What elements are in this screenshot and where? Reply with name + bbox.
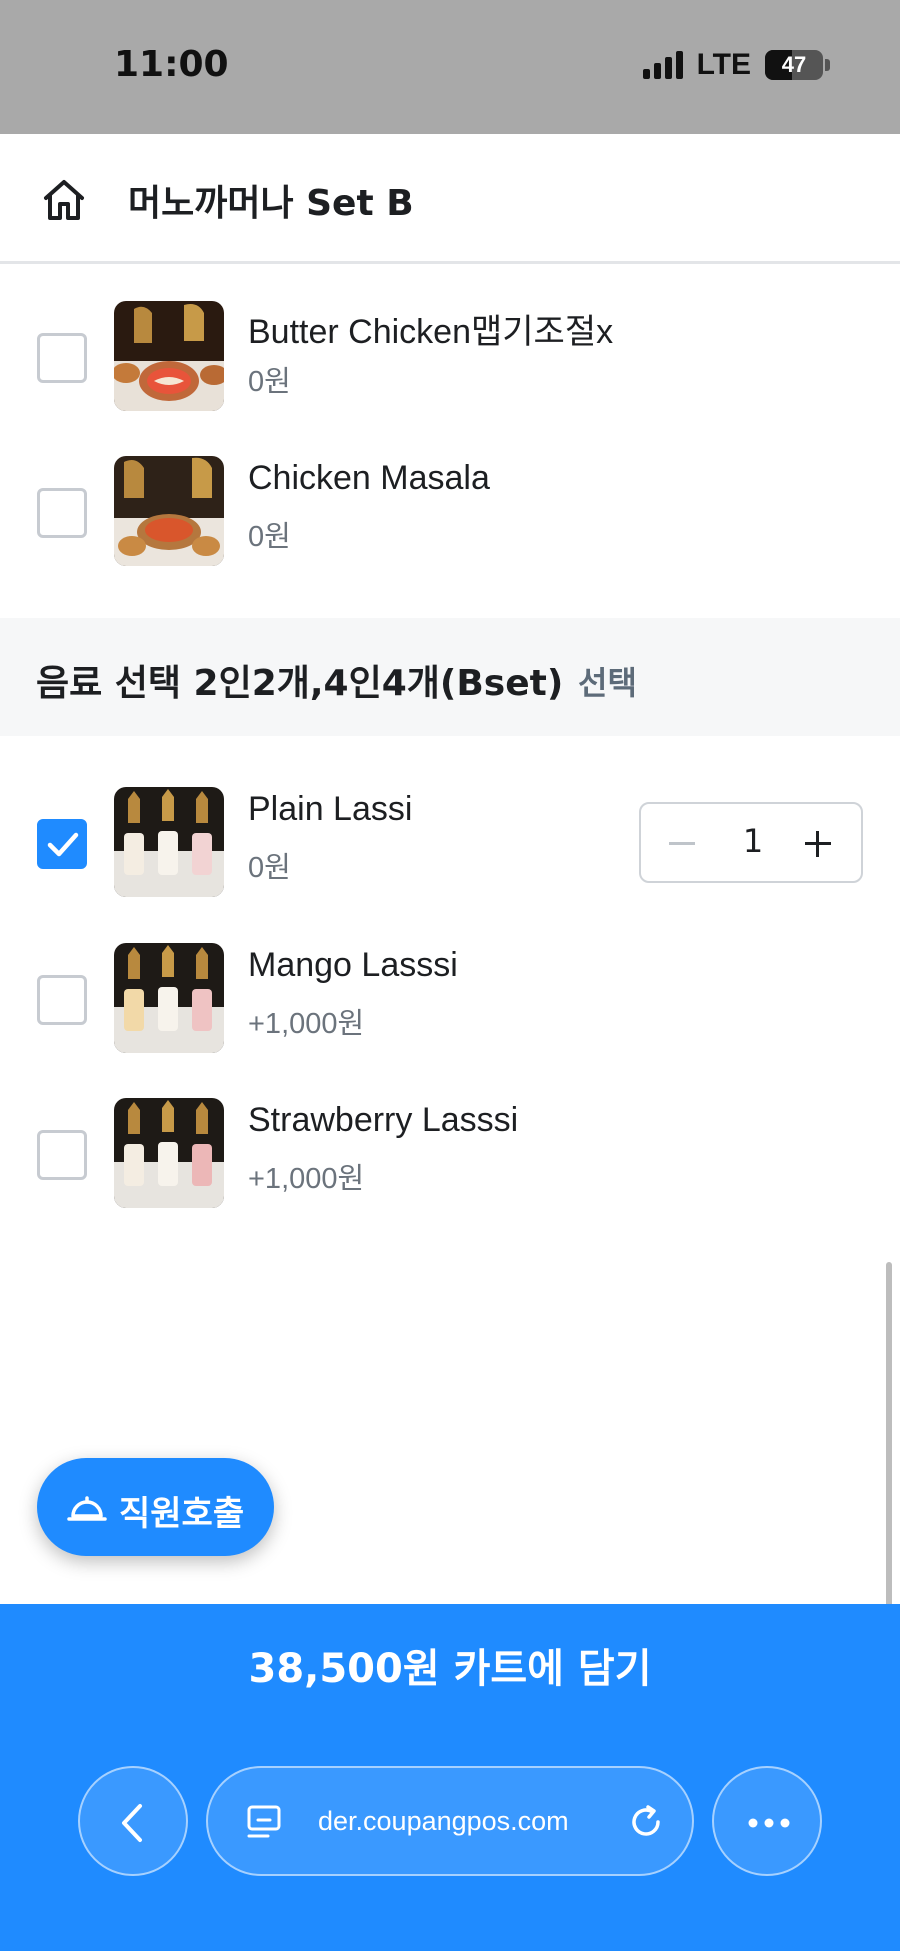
check-icon: [47, 832, 79, 857]
mango-lassi-image: [114, 943, 224, 1053]
option-name: Chicken Masala: [248, 459, 490, 497]
butter-chicken-image: [114, 301, 224, 411]
add-to-cart-bar[interactable]: 38,500원 카트에 담기 der.coupangpos.com: [0, 1604, 900, 1951]
plain-lassi-image: [114, 787, 224, 897]
reload-icon[interactable]: [626, 1802, 666, 1842]
option-name: Strawberry Lasssi: [248, 1101, 519, 1139]
bell-icon: [67, 1496, 107, 1521]
checkbox-plain-lassi[interactable]: [37, 819, 87, 869]
option-name: Plain Lassi: [248, 790, 413, 828]
battery-nub: [825, 59, 830, 71]
section-badge: 선택: [578, 664, 637, 702]
option-row-mango-lassi[interactable]: Mango Lasssi +1,000원: [0, 938, 900, 1058]
option-price: 0원: [248, 852, 291, 884]
signal-icon: [642, 51, 683, 79]
section-title: 음료 선택 2인2개,4인4개(Bset): [36, 663, 564, 704]
checkbox-butter-chicken[interactable]: [37, 333, 87, 383]
quantity-value: 1: [742, 822, 764, 860]
checkbox-chicken-masala[interactable]: [37, 488, 87, 538]
battery-level: 47: [781, 52, 807, 77]
home-icon[interactable]: [38, 174, 90, 226]
option-row-chicken-masala[interactable]: Chicken Masala 0원: [0, 451, 900, 571]
option-price: 0원: [248, 366, 291, 398]
option-price: +1,000원: [248, 1163, 365, 1195]
option-row-butter-chicken[interactable]: Butter Chicken맵기조절x 0원: [0, 296, 900, 416]
checkbox-strawberry-lassi[interactable]: [37, 1130, 87, 1180]
option-name: Mango Lasssi: [248, 946, 458, 984]
add-to-cart-button[interactable]: 38,500원 카트에 담기: [0, 1636, 900, 1694]
staff-call-label: 직원호출: [119, 1494, 245, 1534]
chevron-left-icon: [122, 1804, 142, 1842]
strawberry-lassi-image: [114, 1098, 224, 1208]
drink-section-header: 음료 선택 2인2개,4인4개(Bset) 선택: [0, 618, 900, 736]
address-bar[interactable]: der.coupangpos.com: [206, 1766, 694, 1876]
staff-call-button[interactable]: 직원호출: [37, 1458, 274, 1556]
status-bar: 11:00 LTE 47: [0, 0, 900, 134]
option-price: +1,000원: [248, 1008, 365, 1040]
more-icon: [748, 1818, 790, 1828]
chicken-masala-image: [114, 456, 224, 566]
option-row-strawberry-lassi[interactable]: Strawberry Lasssi +1,000원: [0, 1093, 900, 1213]
status-indicators: LTE 47: [642, 48, 830, 82]
plus-icon-v: [816, 831, 819, 857]
url-text: der.coupangpos.com: [318, 1806, 569, 1836]
more-button[interactable]: [712, 1766, 822, 1876]
quantity-stepper: 1: [639, 802, 863, 883]
option-name: Butter Chicken맵기조절x: [248, 313, 614, 351]
checkbox-mango-lassi[interactable]: [37, 975, 87, 1025]
page-title: 머노까머나 Set B: [128, 183, 414, 224]
tabs-icon: [247, 1805, 281, 1838]
status-time: 11:00: [114, 44, 229, 85]
battery-icon: 47: [765, 50, 823, 80]
network-type: LTE: [696, 48, 751, 81]
back-button[interactable]: [78, 1766, 188, 1876]
page-header: 머노까머나 Set B: [0, 134, 900, 264]
option-price: 0원: [248, 521, 291, 553]
scrollbar[interactable]: [886, 1262, 892, 1652]
